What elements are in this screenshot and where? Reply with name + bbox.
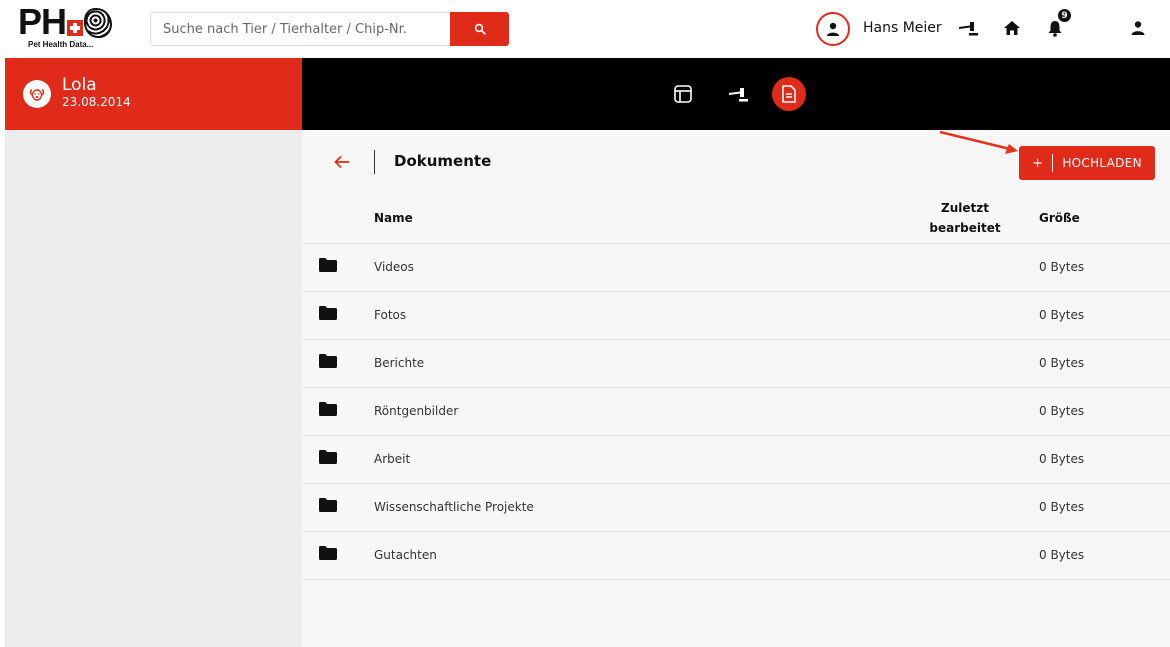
- table-row[interactable]: Arbeit 0 Bytes: [302, 436, 1170, 484]
- treatment-hammer-button[interactable]: [955, 14, 983, 42]
- hammer-icon: [728, 88, 748, 102]
- folder-icon: [319, 258, 337, 272]
- folder-size: 0 Bytes: [1039, 548, 1085, 562]
- column-header-modified-line2: bearbeitet: [929, 221, 1001, 235]
- hammer-icon: [958, 22, 978, 36]
- user-icon: [827, 22, 839, 36]
- folder-name: Wissenschaftliche Projekte: [374, 500, 534, 514]
- documents-panel: Dokumente + HOCHLADEN Name Zuletzt bearb…: [302, 130, 1170, 647]
- folder-name: Arbeit: [374, 452, 411, 466]
- folder-name: Röntgenbilder: [374, 404, 459, 418]
- search-input[interactable]: [150, 12, 450, 46]
- page-title: Dokumente: [394, 152, 492, 170]
- upload-button-label: HOCHLADEN: [1062, 156, 1142, 170]
- table-row[interactable]: Berichte 0 Bytes: [302, 340, 1170, 388]
- layout-icon: [674, 85, 692, 103]
- top-header: PH Pet Health Data... Hans Meier: [0, 0, 1170, 58]
- folder-icon: [319, 546, 337, 560]
- dalmatian-icon: [84, 8, 113, 38]
- folder-name: Videos: [374, 260, 414, 274]
- folder-icon: [319, 306, 337, 320]
- profile-button[interactable]: [1124, 14, 1152, 42]
- folder-icon: [319, 402, 337, 416]
- nav-dashboard[interactable]: [669, 80, 697, 108]
- table-row[interactable]: Gutachten 0 Bytes: [302, 532, 1170, 580]
- folder-size: 0 Bytes: [1039, 356, 1085, 370]
- folder-icon: [319, 498, 337, 512]
- logo-letters: PH: [18, 1, 67, 42]
- pet-navigation-bar: [302, 58, 1170, 130]
- button-separator: [1052, 154, 1054, 172]
- dog-face-icon: [29, 89, 45, 101]
- annotation-arrow: [939, 130, 1018, 154]
- document-icon: [782, 85, 796, 103]
- folder-size: 0 Bytes: [1039, 500, 1085, 514]
- person-icon: [1131, 21, 1145, 35]
- folder-name: Fotos: [374, 308, 407, 322]
- table-row[interactable]: Röntgenbilder 0 Bytes: [302, 388, 1170, 436]
- pet-avatar: [23, 80, 51, 108]
- column-header-name[interactable]: Name: [374, 208, 413, 228]
- left-sidebar: [5, 130, 302, 647]
- column-header-modified-line1: Zuletzt: [941, 201, 989, 215]
- table-row[interactable]: Wissenschaftliche Projekte 0 Bytes: [302, 484, 1170, 532]
- pet-birth-date: 23.08.2014: [62, 95, 131, 109]
- back-button[interactable]: [330, 150, 354, 174]
- nav-documents[interactable]: [772, 77, 806, 111]
- logo-subtitle: Pet Health Data...: [28, 40, 94, 49]
- pet-name: Lola: [62, 75, 97, 95]
- notifications-button[interactable]: 9: [1041, 8, 1072, 42]
- folder-size: 0 Bytes: [1039, 260, 1085, 274]
- folder-size: 0 Bytes: [1039, 452, 1085, 466]
- nav-treatments[interactable]: [725, 80, 753, 108]
- column-header-modified[interactable]: Zuletzt bearbeitet: [929, 198, 1001, 238]
- folder-name: Berichte: [374, 356, 425, 370]
- table-row[interactable]: Videos 0 Bytes: [302, 244, 1170, 292]
- user-avatar[interactable]: [816, 12, 850, 46]
- folder-icon: [319, 450, 337, 464]
- pet-info-panel[interactable]: Lola 23.08.2014: [5, 58, 302, 130]
- arrow-left-icon: [334, 155, 349, 169]
- title-divider: [374, 150, 375, 174]
- search-button[interactable]: [450, 12, 509, 46]
- search-icon: [474, 23, 486, 35]
- folder-name: Gutachten: [374, 548, 437, 562]
- table-row[interactable]: Fotos 0 Bytes: [302, 292, 1170, 340]
- folder-size: 0 Bytes: [1039, 404, 1085, 418]
- home-icon: [1004, 21, 1020, 35]
- folder-icon: [319, 354, 337, 368]
- swiss-cross-icon: [67, 20, 84, 36]
- notification-badge: 9: [1057, 8, 1072, 23]
- user-name[interactable]: Hans Meier: [863, 20, 942, 36]
- home-button[interactable]: [998, 14, 1026, 42]
- folder-size: 0 Bytes: [1039, 308, 1085, 322]
- plus-icon: +: [1032, 155, 1044, 171]
- column-header-size[interactable]: Größe: [1039, 208, 1080, 228]
- upload-button[interactable]: + HOCHLADEN: [1019, 146, 1155, 180]
- pet-health-data-logo[interactable]: PH Pet Health Data...: [18, 1, 134, 52]
